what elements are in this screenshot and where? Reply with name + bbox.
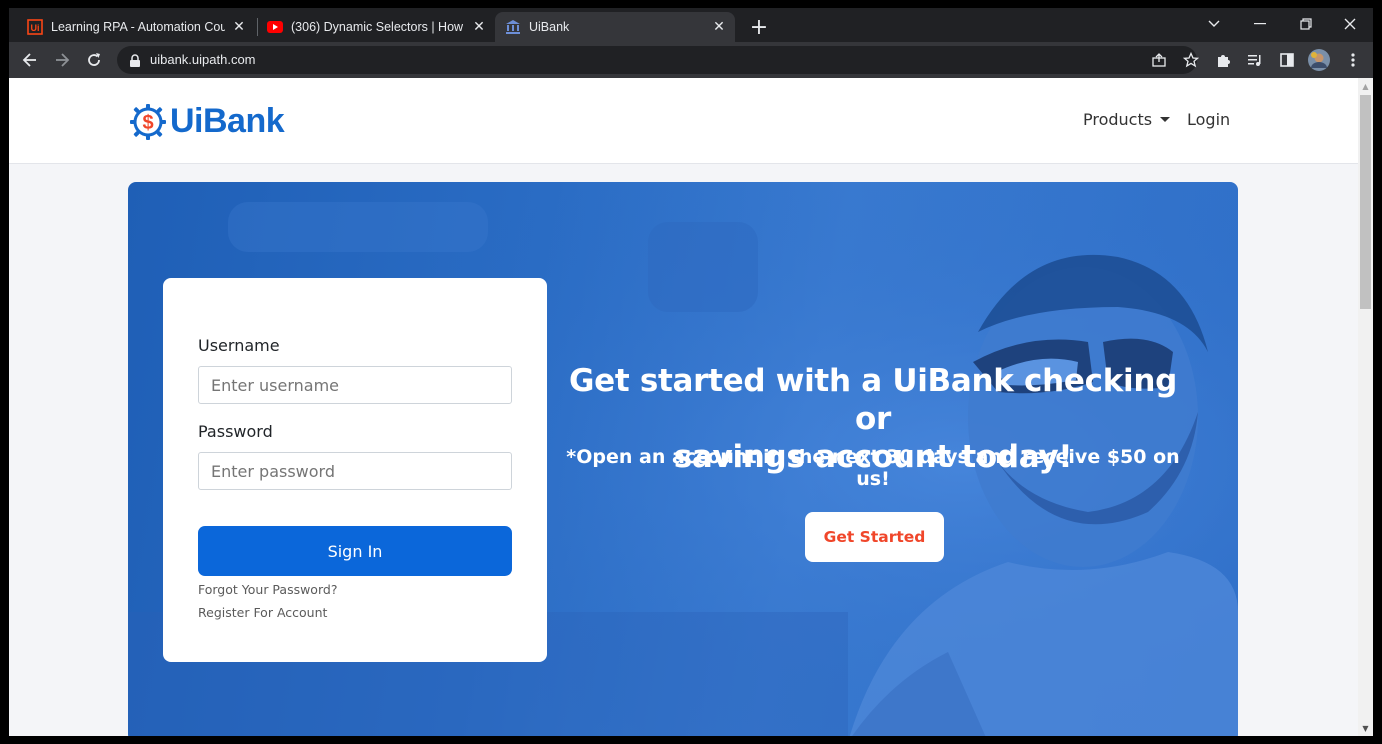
tab-learning-rpa[interactable]: Ui Learning RPA - Automation Cour ✕ [17, 12, 255, 42]
hero-headline-line-1: Get started with a UiBank checking or [568, 363, 1177, 437]
tab-strip: Ui Learning RPA - Automation Cour ✕ (306… [9, 8, 1373, 42]
sign-in-button[interactable]: Sign In [198, 526, 512, 576]
site-navbar: $ UiBank Products Login [9, 78, 1358, 164]
login-link[interactable]: Login [1187, 110, 1230, 129]
reload-icon[interactable] [80, 46, 108, 74]
page-scrollbar[interactable]: ▲ ▼ [1358, 78, 1373, 736]
scroll-up-arrow-icon[interactable]: ▲ [1358, 80, 1373, 92]
bank-favicon-icon [505, 19, 521, 35]
login-card: Username Password Sign In Forgot Your Pa… [163, 278, 547, 662]
media-icon[interactable] [1241, 46, 1269, 74]
password-input[interactable] [198, 452, 512, 490]
close-tab-icon[interactable]: ✕ [711, 19, 727, 35]
close-tab-icon[interactable]: ✕ [471, 19, 487, 35]
caret-down-icon [1160, 117, 1171, 122]
share-icon[interactable] [1151, 52, 1167, 72]
tab-uibank[interactable]: UiBank ✕ [495, 12, 735, 42]
svg-text:Ui: Ui [31, 23, 40, 33]
sidepanel-icon[interactable] [1273, 46, 1301, 74]
dollar-gear-logo-icon: $ [130, 103, 166, 140]
brand-name: UiBank [170, 102, 285, 140]
hero-banner: Username Password Sign In Forgot Your Pa… [128, 182, 1238, 736]
scrollbar-thumb[interactable] [1360, 95, 1371, 309]
close-window-icon[interactable] [1327, 10, 1373, 38]
tab-title: UiBank [529, 20, 570, 34]
browser-toolbar: uibank.uipath.com [9, 42, 1373, 78]
tab-search-chevron-icon[interactable] [1191, 10, 1237, 38]
forgot-password-link[interactable]: Forgot Your Password? [198, 582, 337, 597]
extensions-icon[interactable] [1209, 46, 1237, 74]
uipath-favicon-icon: Ui [27, 19, 43, 35]
products-dropdown[interactable]: Products [1083, 110, 1171, 129]
lock-icon[interactable] [129, 53, 141, 72]
menu-icon[interactable] [1339, 46, 1367, 74]
star-icon[interactable] [1182, 51, 1200, 72]
svg-text:$: $ [142, 112, 153, 134]
register-account-link[interactable]: Register For Account [198, 605, 327, 620]
tab-title: Learning RPA - Automation Cour [51, 20, 225, 34]
new-tab-button[interactable]: + [745, 14, 773, 40]
site-logo[interactable]: $ UiBank [129, 102, 285, 141]
close-tab-icon[interactable]: ✕ [231, 19, 247, 35]
forward-icon[interactable] [48, 46, 76, 74]
minimize-icon[interactable] [1237, 10, 1283, 38]
youtube-favicon-icon [267, 19, 283, 35]
address-bar[interactable]: uibank.uipath.com [117, 46, 1200, 74]
tab-dynamic-selectors[interactable]: (306) Dynamic Selectors | How to ✕ [257, 12, 495, 42]
password-label: Password [198, 422, 273, 441]
products-label: Products [1083, 110, 1153, 129]
scroll-down-arrow-icon[interactable]: ▼ [1358, 722, 1373, 734]
username-label: Username [198, 336, 280, 355]
tab-title: (306) Dynamic Selectors | How to [291, 20, 465, 34]
browser-window: Ui Learning RPA - Automation Cour ✕ (306… [9, 8, 1373, 736]
profile-avatar[interactable] [1305, 46, 1333, 74]
hero-subheadline: *Open an account in the next 30 days and… [566, 446, 1180, 490]
get-started-button[interactable]: Get Started [805, 512, 944, 562]
back-icon[interactable] [16, 46, 44, 74]
page-viewport: $ UiBank Products Login Username Enter u… [9, 78, 1373, 736]
url-text: uibank.uipath.com [150, 52, 256, 67]
username-input[interactable] [198, 366, 512, 404]
restore-icon[interactable] [1283, 10, 1329, 38]
